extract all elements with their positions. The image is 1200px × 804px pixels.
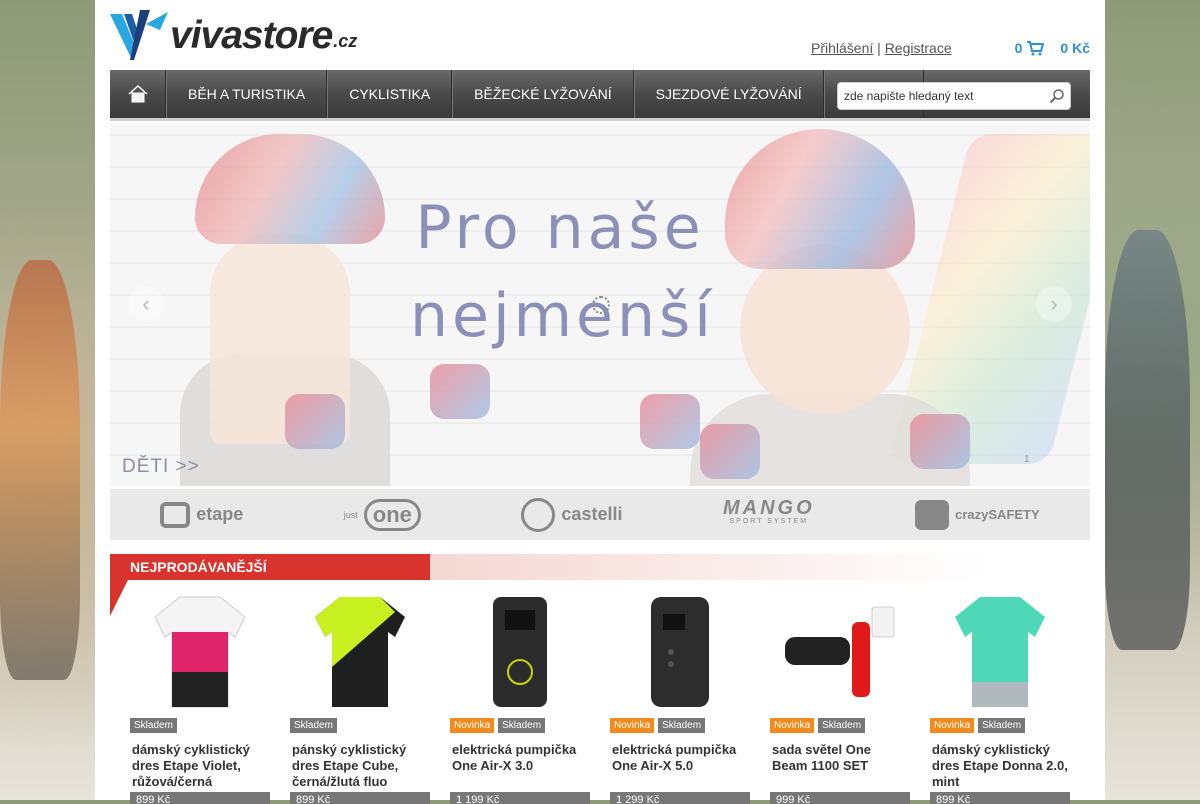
in-stock-badge: Skladem <box>498 718 546 733</box>
scorpion-icon <box>521 497 556 532</box>
product-card[interactable]: Novinka Skladem sada světel One Beam 1100 … <box>770 588 910 804</box>
background-cyclist-left <box>0 260 80 680</box>
cart[interactable]: 0 0 Kč <box>1015 40 1090 56</box>
new-badge: Novinka <box>450 718 495 733</box>
login-link[interactable]: Přihlášení <box>811 40 873 56</box>
product-price: 1 199 Kč <box>450 792 590 804</box>
hero-title-line1: Pro naše <box>415 193 705 263</box>
new-badge: Novinka <box>930 718 975 733</box>
search-box <box>837 82 1071 110</box>
brand-crazysafety-label: crazySAFETY <box>955 507 1040 522</box>
nav-item-bezecke-lyzovani[interactable]: BĚŽECKÉ LYŽOVÁNÍ <box>452 70 634 118</box>
product-card[interactable]: Skladem dámský cyklistický dres Etape Vio… <box>130 588 270 804</box>
product-price: 899 Kč <box>930 792 1070 804</box>
cart-count: 0 <box>1014 40 1023 56</box>
product-image[interactable] <box>290 588 430 716</box>
hero-banner[interactable]: Pro naše nejmenší ‹ › DĚTI >> 1 <box>110 124 1090 486</box>
register-link[interactable]: Registrace <box>885 40 952 56</box>
bestsellers-heading-fade <box>430 554 990 580</box>
user-links: Přihlášení | Registrace <box>811 40 952 56</box>
background-cyclist-right <box>1105 230 1190 650</box>
brand-etape-label: etape <box>196 504 244 524</box>
brand-mango-tagline: SPORT SYSTEM <box>729 517 809 525</box>
brand-one-tagline: just <box>343 509 358 520</box>
nav-item-cyklistika[interactable]: CYKLISTIKA <box>327 70 453 118</box>
product-badges: Novinka Skladem <box>450 718 590 734</box>
search-icon[interactable] <box>1049 88 1065 104</box>
loading-spinner-icon <box>592 296 610 314</box>
chevron-left-icon: ‹ <box>142 291 150 316</box>
hero-caption-link[interactable]: DĚTI >> <box>122 456 200 478</box>
product-image[interactable] <box>130 588 270 716</box>
brand-one[interactable]: just one <box>343 498 421 531</box>
in-stock-badge: Skladem <box>130 718 177 733</box>
etape-logo-icon <box>160 501 191 528</box>
search-input[interactable] <box>838 89 1045 103</box>
cart-total: 0 Kč <box>1060 40 1090 56</box>
hero-prev-button[interactable]: ‹ <box>128 286 164 322</box>
logo[interactable]: vivastore .cz <box>110 8 357 64</box>
product-badges: Novinka Skladem <box>610 718 750 734</box>
product-list: Skladem dámský cyklistický dres Etape Vio… <box>130 588 1070 804</box>
product-card[interactable]: Novinka Skladem elektrická pumpička One Ai… <box>450 588 590 804</box>
new-badge: Novinka <box>610 718 655 733</box>
bestsellers-heading-tail <box>110 580 128 616</box>
brand-castelli-label: castelli <box>561 504 623 524</box>
nav-item-sjezdove-lyzovani[interactable]: SJEZDOVÉ LYŽOVÁNÍ <box>633 70 824 118</box>
bestsellers-heading: NEJPRODÁVANĚJŠÍ <box>110 554 430 580</box>
product-name-link[interactable]: pánský cyklistický dres Etape Cube, čern… <box>290 742 430 790</box>
in-stock-badge: Skladem <box>290 718 337 733</box>
brand-mango-wrap: MANGO SPORT SYSTEM <box>722 496 815 529</box>
product-card[interactable]: Skladem pánský cyklistický dres Etape Cub… <box>290 588 430 804</box>
hero-next-button[interactable]: › <box>1036 286 1072 322</box>
product-name-link[interactable]: elektrická pumpička One Air-X 3.0 <box>450 742 590 774</box>
home-icon <box>128 84 147 103</box>
brand-castelli[interactable]: castelli <box>521 497 623 532</box>
product-image[interactable] <box>770 588 910 716</box>
product-badges: Skladem <box>290 718 430 734</box>
product-price: 899 Kč <box>130 792 270 804</box>
product-name-link[interactable]: elektrická pumpička One Air-X 5.0 <box>610 742 750 774</box>
brands-strip: etape just one castelli MANGO SPORT SYST… <box>110 489 1090 540</box>
in-stock-badge: Skladem <box>818 718 866 733</box>
product-image[interactable] <box>610 588 750 716</box>
product-image[interactable] <box>450 588 590 716</box>
logo-mark-icon <box>110 10 168 60</box>
product-badges: Novinka Skladem <box>770 718 910 734</box>
logo-text: vivastore <box>170 14 333 57</box>
product-badges: Novinka Skladem <box>930 718 1070 734</box>
nav-home[interactable] <box>110 70 166 118</box>
in-stock-badge: Skladem <box>658 718 706 733</box>
product-card[interactable]: Novinka Skladem dámský cyklistický dres Et… <box>930 588 1070 804</box>
product-price: 999 Kč <box>770 792 910 804</box>
brand-etape[interactable]: etape <box>160 501 244 528</box>
brand-mango-label: MANGO <box>722 496 815 519</box>
product-card[interactable]: Novinka Skladem elektrická pumpička One Ai… <box>610 588 750 804</box>
product-price: 1 299 Kč <box>610 792 750 804</box>
page-container: vivastore .cz Přihlášení | Registrace 0 … <box>95 0 1105 804</box>
cart-icon <box>1027 41 1045 56</box>
hero-page-number[interactable]: 1 <box>1024 454 1030 465</box>
brand-one-label: one <box>363 498 421 531</box>
hero-title: Pro naše nejmenší <box>410 184 715 360</box>
in-stock-badge: Skladem <box>978 718 1026 733</box>
product-name-link[interactable]: dámský cyklistický dres Etape Violet, rů… <box>130 742 270 790</box>
product-price: 899 Kč <box>290 792 430 804</box>
brand-mango[interactable]: MANGO SPORT SYSTEM <box>722 496 815 529</box>
new-badge: Novinka <box>770 718 815 733</box>
crazysafety-logo-icon <box>915 499 950 530</box>
product-name-link[interactable]: sada světel One Beam 1100 SET <box>770 742 910 774</box>
chevron-right-icon: › <box>1050 291 1058 316</box>
product-badges: Skladem <box>130 718 270 734</box>
hero-title-line2: nejmenší <box>410 281 715 351</box>
brand-crazysafety[interactable]: crazySAFETY <box>915 499 1040 530</box>
user-links-separator: | <box>877 40 881 56</box>
product-name-link[interactable]: dámský cyklistický dres Etape Donna 2.0,… <box>930 742 1070 790</box>
nav-item-beh-a-turistika[interactable]: BĚH A TURISTIKA <box>166 70 328 118</box>
logo-tld: .cz <box>333 30 358 51</box>
product-image[interactable] <box>930 588 1070 716</box>
